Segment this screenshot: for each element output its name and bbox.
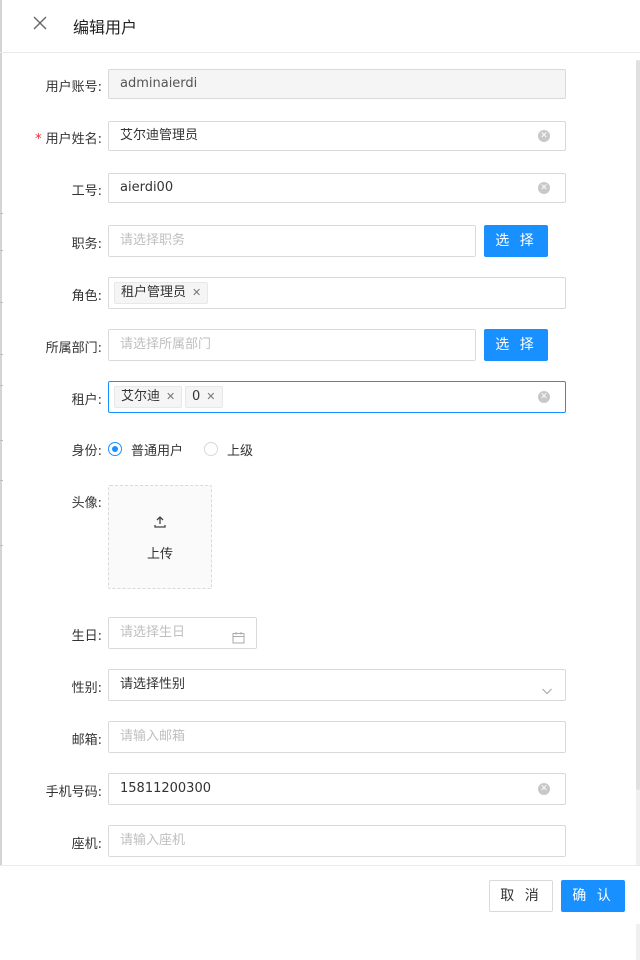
name-value: 艾尔迪管理员	[120, 128, 199, 143]
job-no-input[interactable]: aierdi00 ✕	[108, 173, 566, 203]
background-divider	[0, 250, 3, 251]
account-label: 用户账号:	[45, 80, 102, 95]
radio-checked-icon	[108, 442, 122, 456]
name-input[interactable]: 艾尔迪管理员 ✕	[108, 121, 566, 151]
scrollbar-thumb[interactable]	[636, 60, 640, 790]
landline-placeholder: 请输入座机	[120, 833, 186, 848]
phone-input[interactable]: 15811200300 ✕	[108, 773, 566, 805]
department-placeholder: 请选择所属部门	[120, 337, 212, 352]
tenant-tag: 0 ✕	[185, 386, 223, 408]
job-no-value: aierdi00	[120, 180, 174, 195]
department-input[interactable]: 请选择所属部门	[108, 329, 476, 361]
tag-close-icon[interactable]: ✕	[192, 286, 201, 299]
birthday-placeholder: 请选择生日	[120, 625, 186, 640]
role-select[interactable]: 租户管理员 ✕	[108, 277, 566, 309]
background-divider	[0, 545, 3, 546]
tenant-tag: 艾尔迪 ✕	[114, 386, 183, 408]
position-input[interactable]: 请选择职务	[108, 225, 476, 257]
tenant-select[interactable]: 艾尔迪 ✕ 0 ✕ ✕	[108, 381, 566, 413]
confirm-button[interactable]: 确 认	[561, 880, 625, 912]
gender-select[interactable]: 请选择性别	[108, 669, 566, 701]
phone-label: 手机号码:	[45, 785, 102, 800]
background-divider	[0, 440, 3, 441]
identity-label: 身份:	[71, 444, 102, 459]
clear-circle-icon[interactable]: ✕	[538, 130, 550, 142]
clear-circle-icon[interactable]: ✕	[538, 783, 550, 795]
upload-icon	[153, 515, 167, 533]
required-mark: *	[35, 132, 42, 147]
select-position-button[interactable]: 选 择	[484, 225, 548, 257]
tag-close-icon[interactable]: ✕	[166, 390, 175, 403]
calendar-icon	[232, 626, 245, 656]
gender-label: 性别:	[71, 681, 102, 696]
upload-text: 上传	[146, 547, 173, 562]
dialog-title: 编辑用户	[73, 18, 138, 37]
cancel-button[interactable]: 取 消	[489, 880, 553, 912]
email-placeholder: 请输入邮箱	[120, 729, 186, 744]
email-label: 邮箱:	[71, 733, 102, 748]
background-divider	[0, 354, 3, 355]
name-label-text: 用户姓名:	[45, 132, 102, 147]
name-label: * 用户姓名:	[35, 128, 102, 147]
gender-value: 请选择性别	[120, 677, 186, 692]
job-no-label: 工号:	[71, 184, 102, 199]
account-input: adminaierdi	[108, 69, 566, 99]
radio-superior[interactable]: 上级	[204, 439, 253, 459]
department-label: 所属部门:	[45, 341, 102, 356]
email-input[interactable]: 请输入邮箱	[108, 721, 566, 753]
role-tag: 租户管理员 ✕	[114, 282, 209, 304]
background-divider	[0, 302, 3, 303]
chevron-down-icon	[541, 679, 553, 709]
background-divider	[0, 480, 3, 481]
landline-label: 座机:	[71, 837, 102, 852]
dialog-header: 编辑用户	[0, 0, 640, 53]
tag-close-icon[interactable]: ✕	[206, 390, 215, 403]
avatar-upload[interactable]: 上传	[108, 485, 212, 589]
dialog-footer: 取 消 确 认	[0, 865, 640, 924]
close-icon[interactable]	[31, 14, 49, 32]
birthday-label: 生日:	[71, 629, 102, 644]
select-department-button[interactable]: 选 择	[484, 329, 548, 361]
position-placeholder: 请选择职务	[120, 233, 186, 248]
radio-normal-user[interactable]: 普通用户	[108, 439, 183, 459]
role-label: 角色:	[71, 289, 102, 304]
clear-circle-icon[interactable]: ✕	[538, 182, 550, 194]
account-value: adminaierdi	[120, 76, 198, 91]
landline-input[interactable]: 请输入座机	[108, 825, 566, 857]
tenant-label: 租户:	[71, 393, 102, 408]
background-divider	[0, 213, 3, 214]
background-page-edge	[0, 0, 2, 923]
position-label: 职务:	[71, 237, 102, 252]
phone-value: 15811200300	[120, 781, 211, 796]
clear-circle-icon[interactable]: ✕	[538, 391, 550, 403]
background-divider	[0, 385, 3, 386]
radio-unchecked-icon	[204, 442, 218, 456]
avatar-label: 头像:	[71, 496, 102, 511]
birthday-picker[interactable]: 请选择生日	[108, 617, 257, 649]
